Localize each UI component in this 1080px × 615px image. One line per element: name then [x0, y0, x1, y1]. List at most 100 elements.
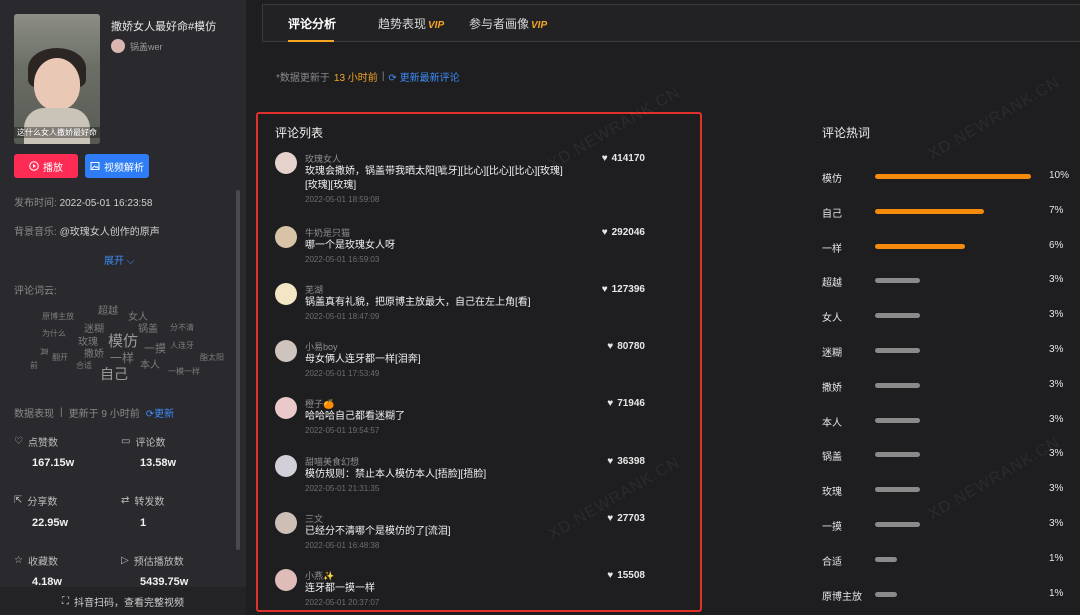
- tab-trend[interactable]: 趋势表现 VIP: [378, 15, 444, 32]
- cloud-word: 本人: [140, 360, 160, 371]
- qr-scan-icon: ⛶: [62, 595, 69, 607]
- hot-word-percent: 3%: [1049, 483, 1064, 495]
- heart-filled-icon: ♥: [607, 570, 614, 581]
- data-performance-label: 数据表现: [14, 409, 54, 420]
- commenter-name[interactable]: 芜湖: [305, 283, 323, 296]
- cloud-word: 合适: [76, 361, 92, 370]
- heart-filled-icon: ♥: [607, 513, 614, 524]
- expand-label: 展开: [104, 256, 124, 267]
- tab-label: 评论分析: [288, 17, 337, 31]
- hot-word-percent: 3%: [1049, 344, 1064, 355]
- sidebar-scrollbar[interactable]: [236, 190, 240, 550]
- comment-text: 锅盖真有礼貌，把原博主放最大，自己在左上角[看]: [305, 297, 531, 308]
- comment-likes: ♥ 127396: [602, 284, 645, 295]
- hot-word-percent: 3%: [1049, 518, 1064, 529]
- hot-word-label: 一样: [822, 243, 842, 255]
- hot-word-label: 迷糊: [822, 348, 842, 359]
- comment-text: 哈哈哈自己都看迷糊了: [305, 411, 405, 422]
- commenter-name[interactable]: 牛奶是只猫: [305, 226, 350, 239]
- comments-value: 13.58w: [140, 457, 177, 469]
- word-cloud: 超越 女人 原博主放 锅盖 模仿 为什么 迷糊 分不清 玫瑰 一摸 人连牙 撒娇…: [20, 298, 230, 388]
- video-thumbnail[interactable]: 这什么女人撒娇最好命: [14, 14, 100, 144]
- tab-label: 趋势表现: [378, 17, 427, 31]
- play-label: 播放: [43, 162, 63, 174]
- hot-word-percent: 1%: [1049, 587, 1064, 599]
- comment-likes: ♥ 414170: [602, 153, 645, 164]
- hot-word-label: 本人: [822, 417, 842, 429]
- publish-time-row: 发布时间: 2022-05-01 16:23:58: [14, 194, 152, 209]
- hot-word-label: 自己: [822, 208, 842, 220]
- commenter-name[interactable]: 玫瑰女人: [305, 152, 341, 165]
- video-author[interactable]: 锅盖wer: [111, 39, 163, 53]
- commenter-avatar[interactable]: [275, 283, 297, 305]
- hot-word-row: 自己 7%: [822, 205, 1080, 220]
- hot-word-percent: 3%: [1049, 413, 1064, 425]
- hot-word-label: 超越: [822, 278, 842, 290]
- commenter-name[interactable]: 甜喵美食幻想: [305, 455, 359, 468]
- cloud-word: 模仿: [108, 333, 139, 350]
- data-update-bar: *数据更新于 13 小时前 | ⟳ 更新最新评论: [276, 69, 460, 84]
- commenter-name[interactable]: 小燕✨: [305, 569, 334, 582]
- heart-filled-icon: ♥: [607, 398, 614, 409]
- bg-music-value[interactable]: @玫瑰女人创作的原声: [60, 227, 160, 238]
- comment-text: 模仿规则：禁止本人模仿本人[捂脸][捂脸]: [305, 469, 487, 480]
- play-button[interactable]: 播放: [14, 154, 78, 178]
- commenter-avatar[interactable]: [275, 397, 297, 419]
- tab-label: 参与者画像: [469, 17, 530, 31]
- heart-filled-icon: ♥: [607, 456, 614, 467]
- hot-word-label: 玫瑰: [822, 487, 842, 499]
- video-sidebar: 这什么女人撒娇最好命 撒娇女人最好命#模仿 锅盖wer 播放 视频解析 发布时间…: [0, 0, 246, 615]
- hot-word-bar: [875, 243, 965, 249]
- heart-icon: ♡: [14, 436, 23, 447]
- hot-word-bar: [875, 382, 920, 388]
- refresh-button[interactable]: ⟳更新: [146, 405, 174, 420]
- chevron-down-icon: ⌵: [126, 256, 135, 267]
- comment-time: 2022-05-01 17:53:49: [305, 369, 380, 378]
- refresh-icon: ⟳: [145, 409, 155, 420]
- hot-word-bar: [875, 522, 920, 527]
- comment-text: 玫瑰会撒娇，锅盖带我晒太阳[呲牙][比心][比心][比心][玫瑰][玫瑰][玫瑰…: [305, 166, 563, 191]
- commenter-avatar[interactable]: [275, 152, 297, 174]
- scan-qr-footer[interactable]: ⛶ 抖音扫码，查看完整视频: [0, 587, 246, 615]
- hot-word-row: 本人 3%: [822, 413, 1080, 429]
- likes-stat: ♡ 点赞数: [14, 434, 58, 449]
- play-circle-icon: ▷: [121, 555, 129, 566]
- tab-audience[interactable]: 参与者画像 VIP: [469, 15, 547, 32]
- data-updated-text: 更新于 9 小时前: [68, 409, 140, 420]
- hot-word-bar: [875, 348, 920, 353]
- hot-word-row: 合适 1%: [822, 553, 1080, 568]
- hot-word-percent: 10%: [1049, 170, 1070, 181]
- hot-word-label: 合适: [822, 556, 842, 568]
- likes-count: 15508: [617, 570, 645, 581]
- commenter-avatar[interactable]: [275, 569, 297, 591]
- hot-word-row: 迷糊 3%: [822, 344, 1080, 359]
- video-analyze-button[interactable]: 视频解析: [85, 154, 149, 178]
- publish-time-value: 2022-05-01 16:23:58: [59, 198, 153, 209]
- comment-likes: ♥ 27703: [607, 513, 645, 524]
- data-performance-header: 数据表现 | 更新于 9 小时前 ⟳更新: [14, 405, 174, 420]
- share-icon: ⇱: [14, 495, 23, 506]
- comment-likes: ♥ 80780: [607, 341, 645, 352]
- commenter-name[interactable]: 小易boy: [305, 340, 338, 353]
- star-icon: ☆: [14, 555, 23, 566]
- refresh-comments-button[interactable]: ⟳ 更新最新评论: [388, 69, 459, 84]
- comment-time: 2022-05-01 16:48:38: [305, 541, 380, 550]
- cloud-word: 真: [39, 347, 49, 356]
- tab-comment-analysis[interactable]: 评论分析: [288, 15, 336, 32]
- commenter-name[interactable]: 橙子🍊: [305, 397, 334, 410]
- commenter-avatar[interactable]: [275, 512, 297, 534]
- commenter-avatar[interactable]: [275, 340, 297, 362]
- commenter-avatar[interactable]: [275, 226, 297, 248]
- comment-likes: ♥ 36398: [607, 456, 645, 467]
- commenter-name[interactable]: 三文: [305, 512, 323, 525]
- commenter-avatar[interactable]: [275, 455, 297, 477]
- hot-word-row: 一样 6%: [822, 240, 1080, 255]
- comment-time: 2022-05-01 21:31:35: [305, 484, 380, 493]
- comment-text: 连牙都一摸一样: [305, 583, 375, 594]
- comment-time: 2022-05-01 19:54:57: [305, 426, 380, 435]
- play-icon: [29, 161, 39, 171]
- expand-button[interactable]: 展开 ⌵: [104, 252, 134, 267]
- vip-badge: VIP: [531, 20, 548, 31]
- cloud-word: 自己: [100, 366, 128, 382]
- cloud-word: 原博主放: [42, 312, 74, 321]
